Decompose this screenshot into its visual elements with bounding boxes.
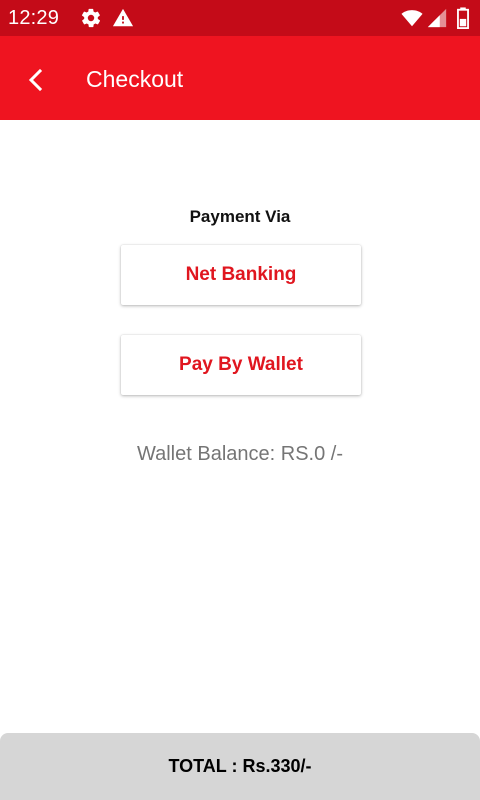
pay-by-wallet-button[interactable]: Pay By Wallet (121, 335, 361, 395)
net-banking-button[interactable]: Net Banking (121, 245, 361, 305)
total-amount: TOTAL : Rs.330/- (168, 756, 312, 776)
checkout-screen: 12:29 Checkout Payment Via Net Banking P… (0, 0, 480, 800)
battery-icon (457, 7, 469, 29)
app-bar: Checkout (0, 36, 480, 120)
payment-via-heading: Payment Via (189, 207, 291, 226)
cellular-icon (427, 8, 447, 28)
wallet-balance: Wallet Balance: RS.0 /- (136, 443, 343, 465)
page-title: Checkout (86, 66, 184, 92)
wifi-icon (401, 10, 423, 27)
total-bar: TOTAL : Rs.330/- (0, 733, 480, 800)
net-banking-label: Net Banking (185, 264, 297, 285)
warning-icon (112, 8, 134, 27)
pay-by-wallet-label: Pay By Wallet (179, 354, 303, 375)
gear-icon (81, 8, 101, 28)
status-bar: 12:29 (0, 0, 480, 36)
status-time: 12:29 (8, 7, 60, 29)
back-button[interactable] (14, 58, 58, 102)
chevron-left-icon (28, 68, 43, 92)
